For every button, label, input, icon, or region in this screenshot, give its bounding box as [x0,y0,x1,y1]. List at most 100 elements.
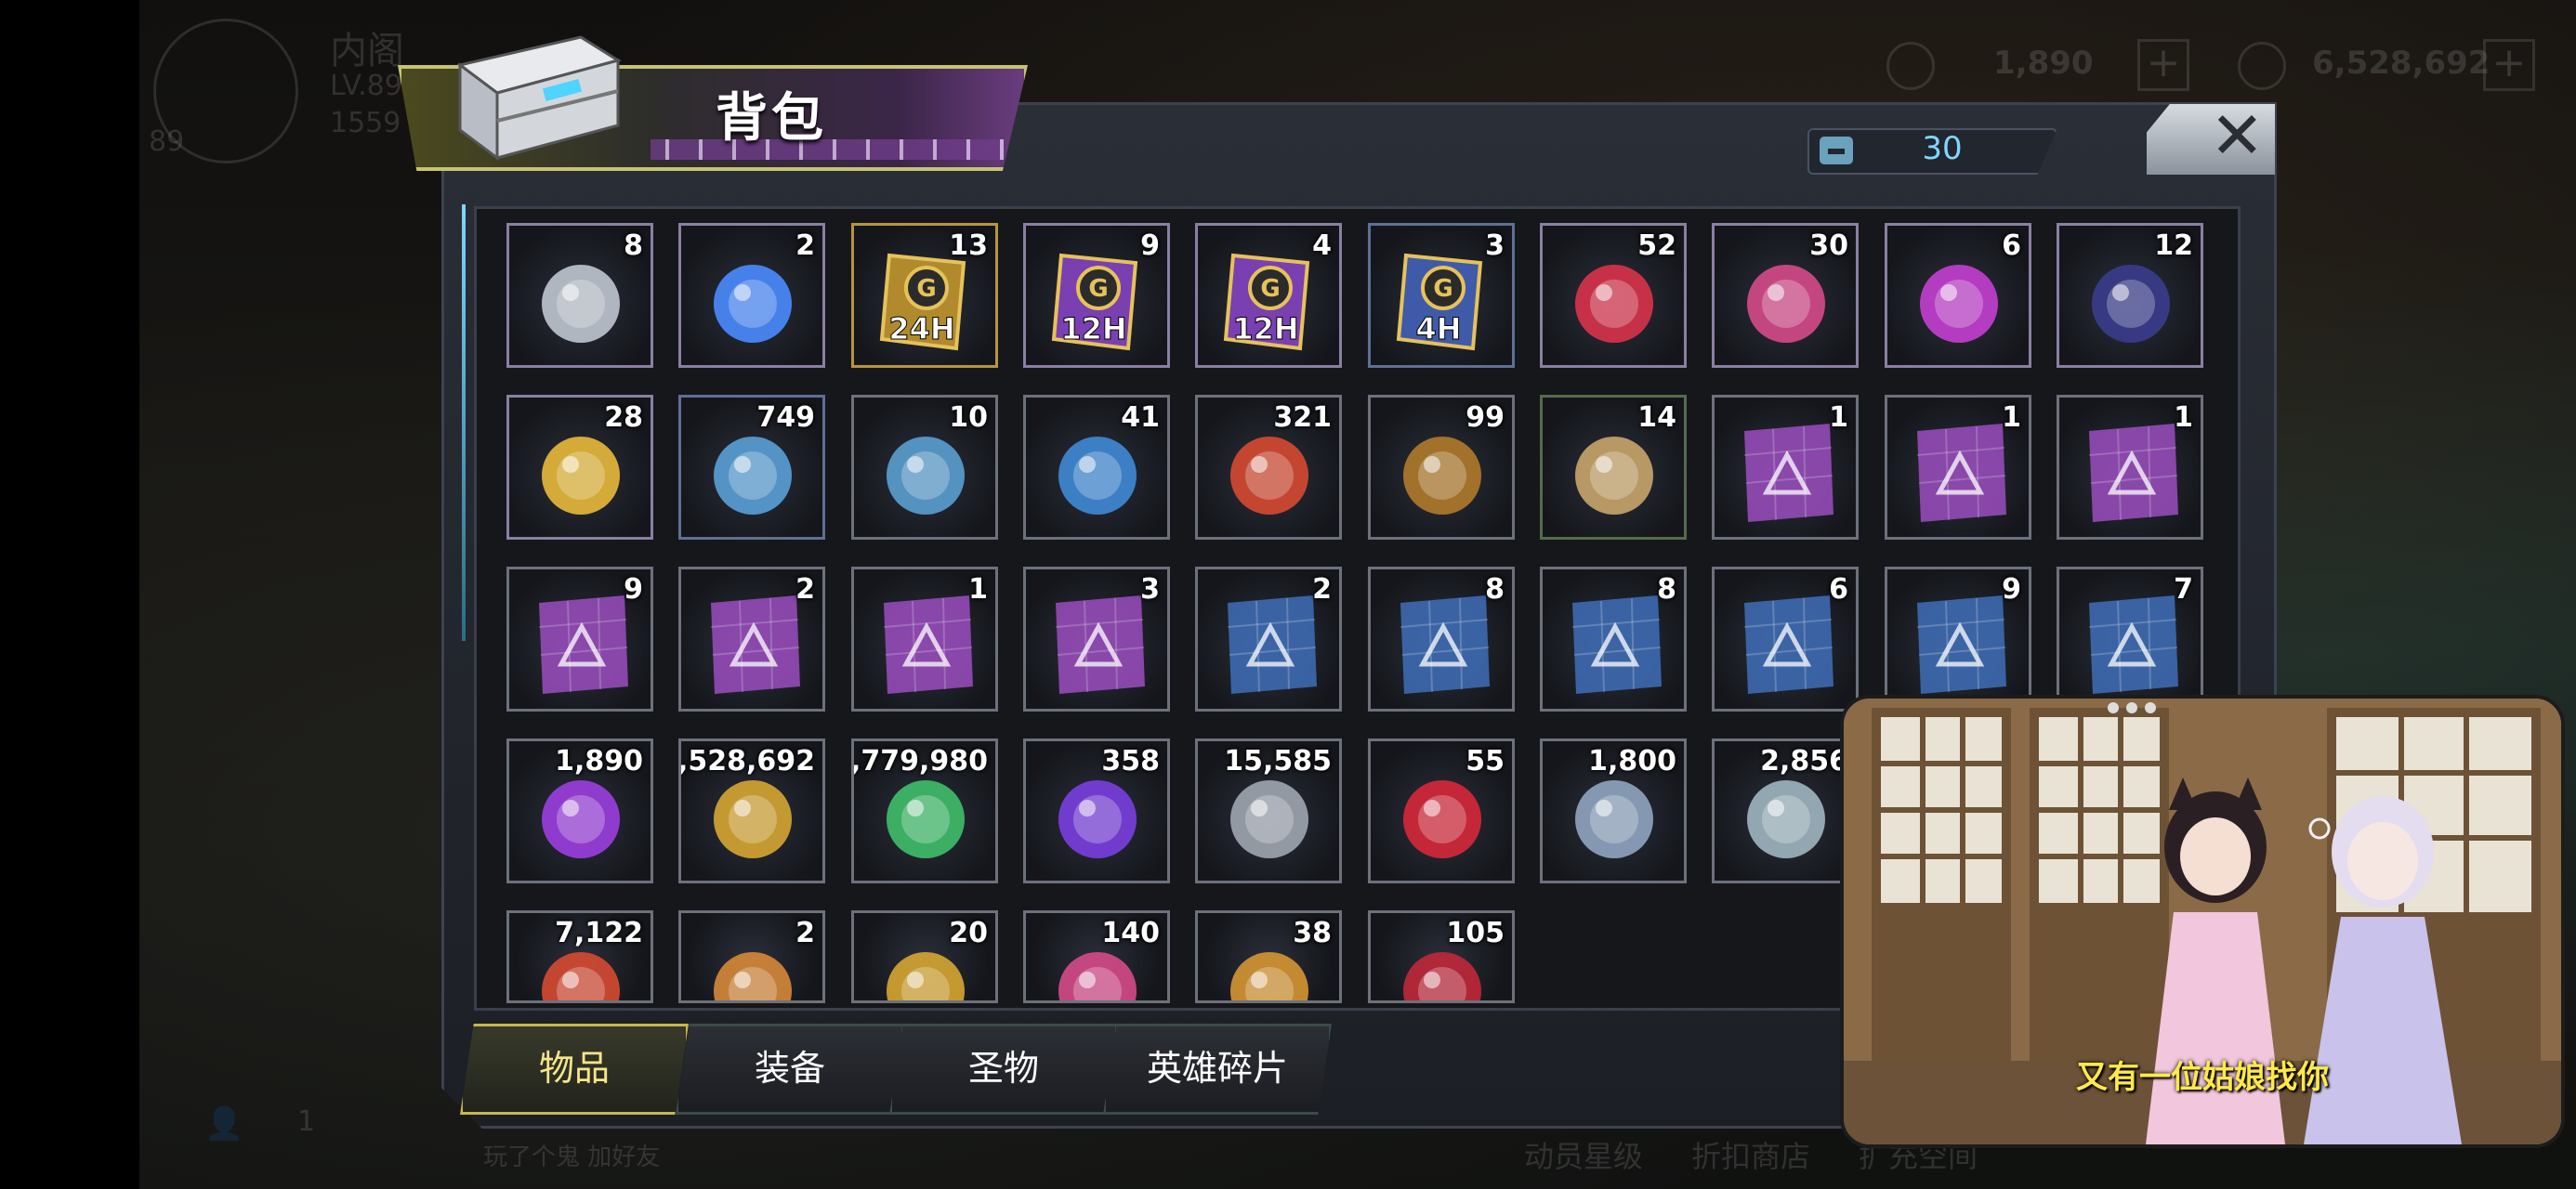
item-count: 3 [1485,229,1505,262]
item-slot[interactable]: 140 [1023,910,1170,1003]
item-count: 20 [949,917,988,949]
blueprint-shirt-icon [526,590,636,699]
item-count: 9 [2002,573,2021,606]
item-slot[interactable]: 8 [1540,567,1687,712]
svg-text:12H: 12H [1232,311,1298,346]
item-slot[interactable]: 2,856 [1712,738,1859,883]
more-dots-icon[interactable] [2099,699,2174,717]
item-count: 28 [604,401,643,434]
svg-text:12H: 12H [1060,311,1126,346]
item-slot[interactable]: 99 [1368,395,1515,540]
item-count: 38 [1293,917,1332,949]
b-bottle-cap-icon [1043,418,1152,528]
item-slot[interactable]: G 4H 3 [1368,223,1515,368]
blueprint-boots-icon [1731,418,1841,528]
item-slot[interactable]: 2 [1195,567,1342,712]
blueprint-hat-icon [698,590,808,699]
item-count: 140 [1101,917,1160,949]
blueprint-swords-icon [1215,590,1324,699]
item-slot[interactable]: 1 [851,567,998,712]
item-slot[interactable]: 8 [1368,567,1515,712]
item-slot[interactable]: 749 [678,395,825,540]
robot-arm-icon [526,246,636,356]
tab-equipment[interactable]: 装备 [676,1024,904,1115]
item-slot[interactable]: 10 [851,395,998,540]
item-slot[interactable]: 15,585 [1195,738,1342,883]
spade-chip-icon [2076,246,2186,356]
pink-bottle-cap-icon [1904,246,2014,356]
blueprint-shirt-icon [2076,590,2186,699]
item-slot[interactable]: G 24H 13 [851,223,998,368]
item-slot[interactable]: 14 [1540,395,1687,540]
item-count: 1 [968,573,988,606]
item-slot[interactable]: 6,528,692 [678,738,825,883]
item-count: 1,890 [555,745,643,777]
item-slot[interactable]: 38 [1195,910,1342,1003]
item-count: 52 [1637,229,1676,262]
item-count: 99 [1465,401,1505,434]
item-slot[interactable]: 2 [678,567,825,712]
item-slot[interactable]: 9 [1885,567,2031,712]
crystal-triangle-icon [1731,762,1841,871]
item-count: 6,528,692 [678,745,815,777]
panel-accent-edge [462,204,466,641]
item-count: 6 [2002,229,2021,262]
item-slot[interactable]: 52 [1540,223,1687,368]
item-slot[interactable]: 358 [1023,738,1170,883]
item-slot[interactable]: 1 [1885,395,2031,540]
item-slot[interactable]: 6 [1885,223,2031,368]
item-slot[interactable]: 105 [1368,910,1515,1003]
item-slot[interactable]: 7,122 [506,910,653,1003]
item-count: 12 [2154,229,2193,262]
video-caption: 又有一位姑娘找你 [2076,1059,2329,1096]
svg-text:G: G [1088,275,1108,303]
blueprint-boot-icon [2076,418,2186,528]
tab-items[interactable]: 物品 [460,1024,689,1115]
sandals-icon [1559,418,1669,528]
blueprint-gloves-icon [1559,590,1669,699]
item-slot[interactable]: 7 [2057,567,2203,712]
item-slot[interactable]: 20 [851,910,998,1003]
tab-hero-fragments[interactable]: 英雄碎片 [1103,1024,1332,1115]
item-count: 30 [1809,229,1848,262]
red-lips-cap-icon [1559,246,1669,356]
speedup-4h-gold-card: G 4H [1387,246,1497,356]
item-slot[interactable]: 1,890 [506,738,653,883]
item-slot[interactable]: 2 [678,910,825,1003]
token-01-icon [871,418,980,528]
item-count: 6 [1829,573,1848,606]
item-slot[interactable]: 1 [1712,395,1859,540]
item-slot[interactable]: 1,800 [1540,738,1687,883]
item-slot[interactable]: 321 [1195,395,1342,540]
bag-title: 背包 [716,88,827,149]
item-slot[interactable]: 2 [678,223,825,368]
item-count: 321 [1273,401,1332,434]
item-slot[interactable]: 8 [506,223,653,368]
item-slot[interactable]: 30 [1712,223,1859,368]
item-slot[interactable]: G 12H 9 [1023,223,1170,368]
video-overlay[interactable]: 又有一位姑娘找你 [1840,695,2565,1148]
item-count: 41 [1121,401,1160,434]
hologram-head-icon [698,246,808,356]
tab-relics[interactable]: 圣物 [889,1024,1118,1115]
item-slot[interactable]: 41 [1023,395,1170,540]
green-energy-icon [871,762,980,871]
item-slot[interactable]: 6 [1712,567,1859,712]
speedup-12h-target-card: G 12H [1043,246,1152,356]
item-slot[interactable]: 12 [2057,223,2203,368]
item-slot[interactable]: 3 [1023,567,1170,712]
svg-text:4H: 4H [1415,311,1461,346]
item-slot[interactable]: 55 [1368,738,1515,883]
item-slot[interactable]: 51,779,980 [851,738,998,883]
film-reel-icon [1731,246,1841,356]
item-slot[interactable]: 1 [2057,395,2203,540]
item-slot[interactable]: G 12H 4 [1195,223,1342,368]
item-count: 55 [1465,745,1505,777]
item-count: 2 [795,229,815,262]
blueprint-shirt-icon [1904,418,2014,528]
item-slot[interactable]: 9 [506,567,653,712]
close-icon[interactable]: ✕ [2210,98,2265,174]
item-slot[interactable]: 28 [506,395,653,540]
item-count: 2 [1312,573,1332,606]
item-count: 13 [949,229,988,262]
